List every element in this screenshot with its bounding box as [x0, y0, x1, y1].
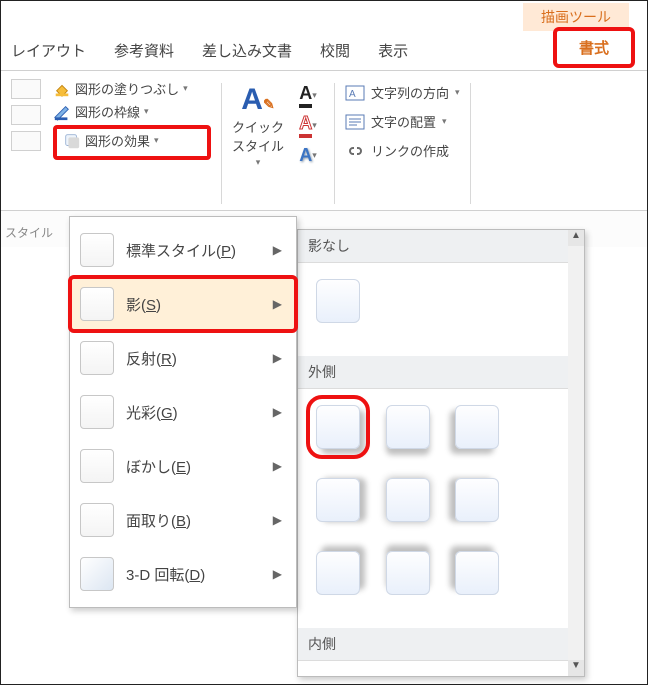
- shape-outline-button[interactable]: 図形の枠線: [53, 102, 211, 121]
- gallery-head-outer: 外側: [298, 356, 584, 389]
- shadow-outer-left[interactable]: [455, 478, 499, 522]
- text-direction-label: 文字列の方向: [371, 83, 449, 102]
- shape-outline-label: 図形の枠線: [75, 102, 140, 121]
- tab-view[interactable]: 表示: [378, 40, 408, 61]
- text-effects-button[interactable]: A: [292, 145, 324, 165]
- text-outline-button[interactable]: A: [292, 115, 324, 135]
- shadow-outer-bottom-right[interactable]: [316, 405, 360, 449]
- shape-effects-button[interactable]: 図形の効果: [63, 131, 159, 150]
- pen-outline-icon: [53, 103, 71, 121]
- chevron-right-icon: ▶: [273, 513, 282, 527]
- group-separator: [470, 83, 471, 204]
- tab-format[interactable]: 書式: [579, 40, 609, 57]
- effects-item-label: 標準スタイル(P): [126, 240, 261, 261]
- quick-style-label: クイック スタイル: [232, 117, 284, 155]
- tab-references[interactable]: 参考資料: [114, 40, 174, 61]
- shape-gallery-fragment: [5, 77, 47, 210]
- tab-mailmerge[interactable]: 差し込み文書: [202, 40, 292, 61]
- shadow-outer-bottom[interactable]: [386, 405, 430, 449]
- chevron-right-icon: ▶: [273, 567, 282, 581]
- ribbon-tab-row: レイアウト 参考資料 差し込み文書 校閲 表示 書式: [1, 31, 647, 71]
- wordart-style-column: A A A: [292, 85, 324, 165]
- shape-effects-label: 図形の効果: [85, 131, 150, 150]
- effects-item-glow[interactable]: 光彩(G) ▶: [70, 385, 296, 439]
- scroll-down-icon[interactable]: ▼: [568, 660, 584, 676]
- rotation-thumb-icon: [80, 557, 114, 591]
- group-caption-styles: スタイル: [5, 224, 53, 241]
- effects-item-softedge[interactable]: ぼかし(E) ▶: [70, 439, 296, 493]
- link-icon: [345, 143, 365, 159]
- shadow-outer-top[interactable]: [386, 551, 430, 595]
- svg-text:A: A: [349, 89, 356, 100]
- tab-review[interactable]: 校閲: [320, 40, 350, 61]
- glow-thumb-icon: [80, 395, 114, 429]
- paint-bucket-icon: [53, 80, 71, 98]
- effects-item-bevel[interactable]: 面取り(B) ▶: [70, 493, 296, 547]
- bevel-thumb-icon: [80, 503, 114, 537]
- text-align-label: 文字の配置: [371, 112, 436, 131]
- effects-item-label: ぼかし(E): [126, 456, 261, 477]
- group-separator: [221, 83, 222, 204]
- gallery-head-none: 影なし: [298, 230, 584, 263]
- text-direction-icon: A: [345, 85, 365, 101]
- shape-thumb[interactable]: [11, 131, 41, 151]
- chevron-right-icon: ▶: [273, 459, 282, 473]
- shape-effects-menu: 標準スタイル(P) ▶ 影(S) ▶ 反射(R) ▶ 光彩(G) ▶ ぼかし(E…: [69, 216, 297, 608]
- effects-icon: [63, 132, 81, 150]
- shadow-outer-right[interactable]: [316, 478, 360, 522]
- softedge-thumb-icon: [80, 449, 114, 483]
- shape-fill-label: 図形の塗りつぶし: [75, 79, 179, 98]
- gallery-none-row: [298, 263, 584, 356]
- quick-style-icon: A✎: [241, 85, 274, 115]
- text-outline-icon: A: [299, 113, 312, 138]
- shape-thumb[interactable]: [11, 105, 41, 125]
- chevron-right-icon: ▶: [273, 405, 282, 419]
- effects-item-label: 3-D 回転(D): [126, 564, 261, 585]
- chevron-right-icon: ▶: [273, 243, 282, 257]
- create-link-button[interactable]: リンクの作成: [345, 141, 460, 160]
- scroll-up-icon[interactable]: ▲: [568, 230, 584, 246]
- group-separator: [334, 83, 335, 204]
- effects-item-label: 光彩(G): [126, 402, 261, 423]
- text-fill-button[interactable]: A: [292, 85, 324, 105]
- gallery-outer-grid: [298, 389, 584, 628]
- gallery-scrollbar[interactable]: ▲ ▼: [568, 230, 584, 676]
- effects-item-label: 影(S): [126, 294, 261, 315]
- shadow-outer-center[interactable]: [386, 478, 430, 522]
- text-fill-icon: A: [299, 83, 312, 108]
- shape-style-commands: 図形の塗りつぶし 図形の枠線 図形の効果: [47, 77, 217, 210]
- text-layout-group: A 文字列の方向 文字の配置 リンクの作成: [339, 77, 466, 210]
- shadow-outer-top-left[interactable]: [455, 551, 499, 595]
- effects-item-shadow[interactable]: 影(S) ▶: [70, 277, 296, 331]
- text-direction-button[interactable]: A 文字列の方向: [345, 83, 460, 102]
- chevron-right-icon: ▶: [273, 297, 282, 311]
- effects-item-preset[interactable]: 標準スタイル(P) ▶: [70, 223, 296, 277]
- effects-item-label: 反射(R): [126, 348, 261, 369]
- ribbon-body: 図形の塗りつぶし 図形の枠線 図形の効果 A✎ クイック スタイル A A A: [1, 71, 647, 211]
- highlight-format-tab: 書式: [553, 27, 635, 68]
- create-link-label: リンクの作成: [371, 141, 449, 160]
- gallery-head-inner: 内側: [298, 628, 584, 661]
- shadow-none-preset[interactable]: [316, 279, 360, 323]
- quick-style-button[interactable]: A✎ クイック スタイル: [232, 85, 284, 168]
- text-align-icon: [345, 114, 365, 130]
- shadow-gallery: 影なし 外側 内側 ▲ ▼: [297, 229, 585, 677]
- contextual-tab-strip: 描画ツール: [1, 1, 647, 31]
- highlight-shape-effects: 図形の効果: [53, 125, 211, 160]
- tab-layout[interactable]: レイアウト: [11, 40, 86, 61]
- shape-fill-button[interactable]: 図形の塗りつぶし: [53, 79, 211, 98]
- text-align-button[interactable]: 文字の配置: [345, 112, 460, 131]
- effects-item-reflection[interactable]: 反射(R) ▶: [70, 331, 296, 385]
- reflection-thumb-icon: [80, 341, 114, 375]
- preset-thumb-icon: [80, 233, 114, 267]
- chevron-right-icon: ▶: [273, 351, 282, 365]
- shadow-outer-top-right[interactable]: [316, 551, 360, 595]
- shape-thumb[interactable]: [11, 79, 41, 99]
- effects-item-3drotation[interactable]: 3-D 回転(D) ▶: [70, 547, 296, 601]
- wordart-group: A✎ クイック スタイル A A A: [226, 77, 330, 210]
- shadow-outer-bottom-left[interactable]: [455, 405, 499, 449]
- effects-item-label: 面取り(B): [126, 510, 261, 531]
- text-effects-icon: A: [299, 145, 312, 166]
- shadow-thumb-icon: [80, 287, 114, 321]
